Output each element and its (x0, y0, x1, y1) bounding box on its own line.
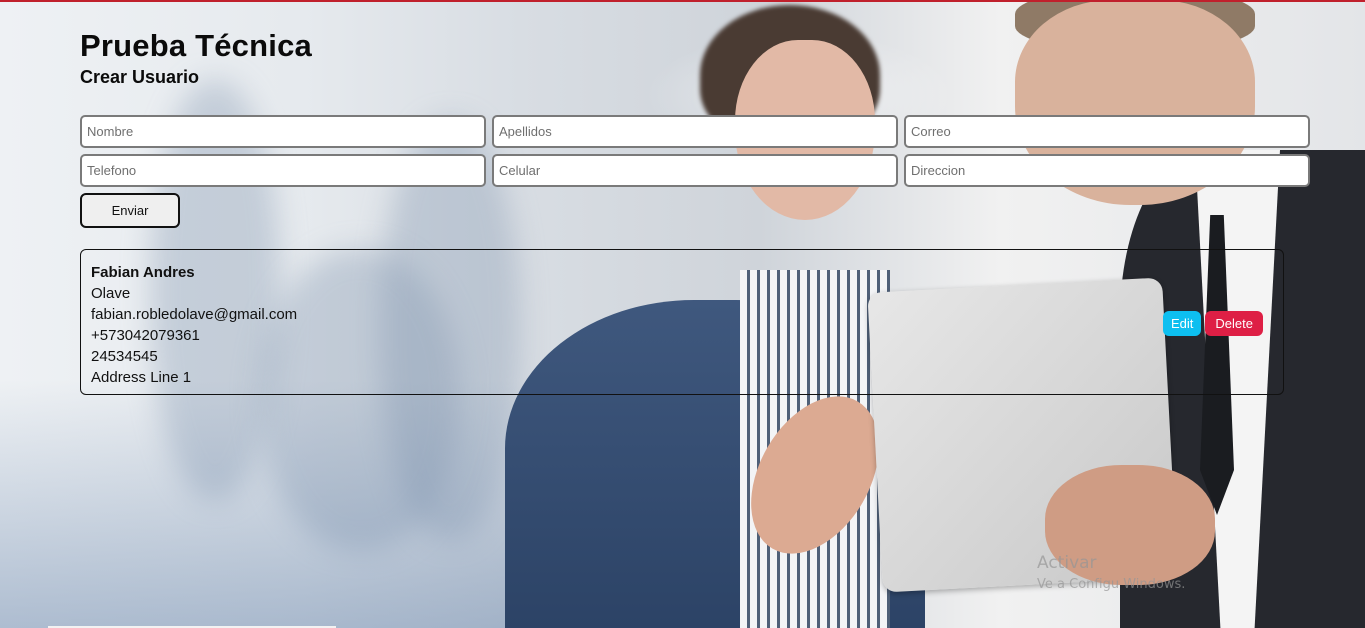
form-row-1 (80, 115, 1310, 148)
page-title: Prueba Técnica (80, 28, 312, 63)
direccion-input[interactable] (904, 154, 1310, 187)
watermark-line-2: Ve a Configu Windows. (1037, 577, 1186, 592)
user-nombre: Fabian Andres (91, 264, 195, 281)
apellidos-input[interactable] (492, 115, 898, 148)
correo-input[interactable] (904, 115, 1310, 148)
page-subtitle: Crear Usuario (80, 67, 200, 87)
user-direccion: Address Line 1 (91, 369, 192, 386)
user-apellidos: Olave (91, 285, 131, 302)
user-info: Fabian Andres Olave fabian.robledolave@g… (91, 262, 297, 388)
telefono-input[interactable] (80, 154, 486, 187)
user-correo: fabian.robledolave@gmail.com (91, 306, 298, 323)
form-row-2 (80, 154, 1310, 187)
edit-button[interactable]: Edit (1163, 311, 1202, 336)
delete-button[interactable]: Delete (1205, 311, 1263, 336)
user-actions: Edit Delete (1163, 311, 1263, 336)
watermark-line-1: Activar (1037, 553, 1097, 573)
page: Prueba Técnica Crear Usuario Enviar Fabi… (0, 0, 1365, 628)
main-content: Prueba Técnica Crear Usuario Enviar Fabi… (80, 27, 1310, 395)
enviar-button[interactable]: Enviar (80, 193, 180, 228)
nombre-input[interactable] (80, 115, 486, 148)
user-card: Fabian Andres Olave fabian.robledolave@g… (80, 249, 1284, 395)
windows-activation-watermark: Activar Ve a Configu Windows. (1037, 553, 1185, 592)
celular-input[interactable] (492, 154, 898, 187)
user-celular: 24534545 (91, 348, 158, 365)
top-accent-bar (0, 0, 1365, 2)
user-telefono: +573042079361 (91, 327, 200, 344)
